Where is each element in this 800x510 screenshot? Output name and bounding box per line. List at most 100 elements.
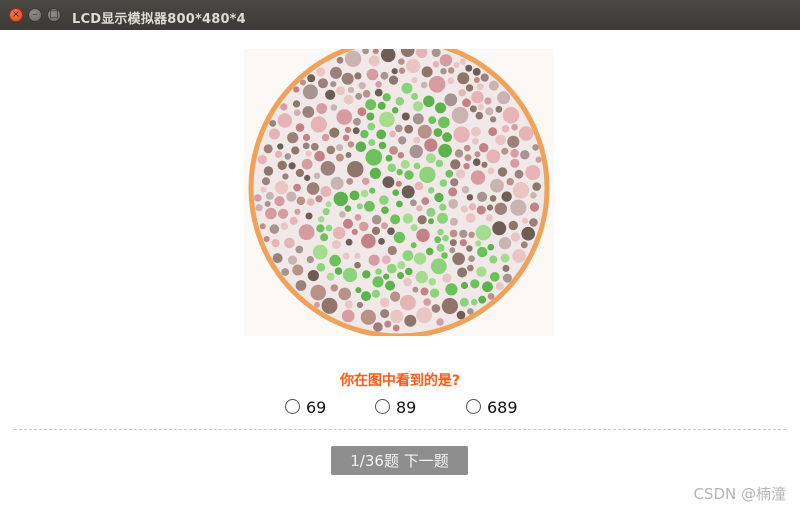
plate-dot xyxy=(352,127,360,135)
plate-dot xyxy=(510,232,521,242)
plate-dot xyxy=(461,186,470,194)
plate-dot xyxy=(426,207,436,217)
plate-dot xyxy=(437,212,448,224)
plate-dot xyxy=(420,287,429,296)
plate-dot xyxy=(274,180,289,195)
plate-dot xyxy=(442,273,452,283)
option-89[interactable]: 89 xyxy=(375,398,416,417)
option-label: 689 xyxy=(487,398,518,417)
plate-dot xyxy=(260,186,267,193)
plate-dot xyxy=(435,159,444,168)
plate-dot xyxy=(472,68,481,76)
plate-dot xyxy=(476,205,486,215)
plate-dot xyxy=(277,143,284,150)
plate-dot xyxy=(490,178,504,193)
plate-dot xyxy=(502,273,512,283)
plate-dot xyxy=(284,237,295,249)
ishihara-plate-image xyxy=(248,49,550,336)
plate-dot xyxy=(460,281,469,290)
plate-dot xyxy=(477,191,488,202)
plate-dot xyxy=(510,199,527,216)
plate-dot xyxy=(502,264,510,272)
plate-dot xyxy=(410,199,417,207)
plate-dot xyxy=(424,138,438,152)
plate-dot xyxy=(520,241,528,249)
plate-dot xyxy=(376,129,387,140)
plate-dot xyxy=(368,55,380,67)
plate-dot xyxy=(423,298,431,306)
plate-dot xyxy=(520,150,530,160)
answer-options: 69 89 689 xyxy=(0,398,800,422)
plate-dot xyxy=(336,56,344,64)
plate-dot xyxy=(390,214,401,225)
radio-icon[interactable] xyxy=(375,399,390,414)
plate-dot xyxy=(445,169,454,178)
plate-dot xyxy=(474,151,481,158)
plate-dot xyxy=(342,134,350,142)
radio-icon[interactable] xyxy=(466,399,481,414)
plate-dot xyxy=(532,182,541,191)
plate-dot xyxy=(400,294,416,311)
plate-dot xyxy=(436,243,445,252)
plate-dot xyxy=(302,142,310,150)
plate-dot xyxy=(274,196,285,207)
plate-dot xyxy=(438,143,452,158)
plate-dot xyxy=(398,136,407,145)
radio-icon[interactable] xyxy=(285,399,300,414)
plate-dot xyxy=(316,103,328,114)
plate-dot xyxy=(306,182,320,195)
plate-dot xyxy=(447,67,455,74)
plate-dot xyxy=(381,255,391,265)
maximize-icon[interactable]: □ xyxy=(47,8,61,22)
plate-dot xyxy=(391,107,399,114)
plate-dot xyxy=(392,189,399,196)
option-69[interactable]: 69 xyxy=(285,398,326,417)
plate-dot xyxy=(412,286,419,293)
plate-dot xyxy=(322,208,330,216)
plate-dot xyxy=(502,107,520,124)
plate-dot xyxy=(344,300,353,309)
plate-dot xyxy=(400,159,410,169)
plate-dot xyxy=(341,72,354,85)
plate-dot xyxy=(397,272,404,279)
plate-dot xyxy=(389,146,398,155)
plate-dot xyxy=(342,252,350,260)
plate-dot xyxy=(353,117,361,126)
plate-dot xyxy=(456,169,466,179)
plate-dot xyxy=(302,84,318,100)
plate-dot xyxy=(358,221,369,232)
plate-dot xyxy=(293,183,301,192)
close-icon[interactable]: × xyxy=(9,8,23,22)
plate-dot xyxy=(404,124,414,134)
plate-dot xyxy=(293,86,300,93)
minimize-icon[interactable]: – xyxy=(28,8,42,22)
plate-dot xyxy=(362,90,371,98)
next-question-button[interactable]: 1/36题 下一题 xyxy=(331,446,468,475)
plate-dot xyxy=(351,228,358,235)
plate-dot xyxy=(295,168,304,178)
plate-dot xyxy=(522,217,529,224)
plate-dot xyxy=(500,253,510,263)
plate-dot xyxy=(335,153,344,162)
plate-dot xyxy=(385,154,393,162)
plate-dot xyxy=(413,136,421,144)
plate-dot xyxy=(457,267,468,278)
plate-dot xyxy=(476,83,484,91)
plate-dot xyxy=(336,109,353,125)
plate-dot xyxy=(428,278,436,286)
plate-dot xyxy=(336,86,345,96)
plate-dot xyxy=(379,195,389,205)
plate-dot xyxy=(389,130,396,138)
plate-dot xyxy=(428,218,434,225)
plate-dot xyxy=(467,264,474,272)
plate-dot xyxy=(282,173,289,180)
plate-dot xyxy=(478,295,487,304)
option-689[interactable]: 689 xyxy=(466,398,518,417)
plate-dot xyxy=(470,170,486,185)
plate-dot xyxy=(462,98,471,108)
plate-dot xyxy=(325,224,333,232)
plate-dot xyxy=(288,162,296,170)
plate-dot xyxy=(271,239,280,248)
plate-dot xyxy=(361,233,376,249)
plate-dot xyxy=(355,92,363,100)
